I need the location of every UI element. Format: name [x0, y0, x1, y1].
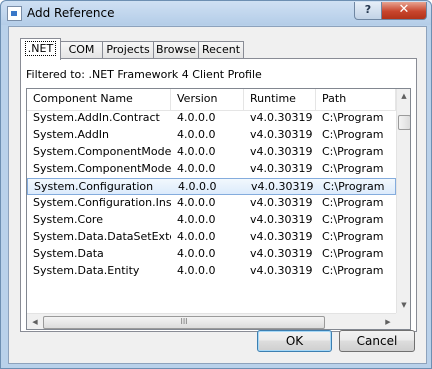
dialog-icon [7, 6, 22, 21]
column-header-version[interactable]: Version [171, 89, 244, 110]
path-cell: C:\Program [322, 111, 384, 124]
list-row[interactable]: System.Data.Entity 4.0.0.0 v4.0.30319 C:\Pr… [27, 263, 396, 280]
version-cell: 4.0.0.0 [177, 128, 216, 141]
runtime-cell: v4.0.30319 [250, 145, 313, 158]
column-header-runtime[interactable]: Runtime [244, 89, 316, 110]
path-cell: C:\Program [323, 180, 385, 193]
tab-recent[interactable]: Recent [198, 41, 244, 59]
scroll-up-arrow-icon[interactable]: ▲ [397, 90, 410, 102]
runtime-cell: v4.0.30319 [250, 213, 313, 226]
version-cell: 4.0.0.0 [177, 162, 216, 175]
list-row[interactable]: System.Configuration.Install 4.0.0.0 v4.0.… [27, 195, 396, 212]
component-name-cell: System.Configuration.Install [33, 196, 171, 209]
path-cell: C:\Program [322, 247, 384, 260]
list-row[interactable]: System.Data 4.0.0.0 v4.0.30319 C:\Program [27, 246, 396, 263]
component-name-cell: System.ComponentModel... [33, 145, 171, 158]
runtime-cell: v4.0.30319 [250, 196, 313, 209]
filter-label: Filtered to: .NET Framework 4 Client Pro… [26, 68, 262, 81]
component-name-cell: System.Data.DataSetExtens... [33, 230, 171, 243]
dialog-body: .NET COM Projects Browse Recent Filtered… [8, 26, 427, 364]
version-cell: 4.0.0.0 [177, 196, 216, 209]
component-list[interactable]: Component Name Version Runtime Path Syst… [26, 88, 411, 330]
vertical-scrollbar[interactable]: ▲ ▼ [396, 89, 410, 313]
tab-dotnet[interactable]: .NET [20, 38, 61, 60]
component-name-cell: System.AddIn.Contract [33, 111, 160, 124]
cancel-button[interactable]: Cancel [339, 330, 415, 352]
scrollbar-corner [396, 313, 410, 329]
dotnet-tab-panel: Filtered to: .NET Framework 4 Client Pro… [20, 58, 417, 332]
runtime-cell: v4.0.30319 [250, 162, 313, 175]
horizontal-scroll-thumb[interactable]: III [43, 316, 325, 329]
component-name-cell: System.Data [33, 247, 104, 260]
runtime-cell: v4.0.30319 [250, 247, 313, 260]
path-cell: C:\Program [322, 145, 384, 158]
list-row[interactable]: System.ComponentModel... 4.0.0.0 v4.0.3031… [27, 144, 396, 161]
vertical-scroll-thumb[interactable] [398, 115, 410, 130]
column-header-component-name[interactable]: Component Name [27, 89, 171, 110]
scroll-left-arrow-icon[interactable]: ◀ [28, 316, 42, 328]
add-reference-dialog: Add Reference ? ✕ .NET COM Projects Brow… [0, 0, 432, 369]
tab-browse[interactable]: Browse [153, 41, 199, 59]
component-name-cell: System.Configuration [34, 180, 154, 193]
path-cell: C:\Program [322, 230, 384, 243]
tab-projects[interactable]: Projects [102, 41, 154, 59]
runtime-cell: v4.0.30319 [250, 111, 313, 124]
list-row[interactable]: System.AddIn 4.0.0.0 v4.0.30319 C:\Program [27, 127, 396, 144]
version-cell: 4.0.0.0 [177, 145, 216, 158]
ok-button[interactable]: OK [257, 330, 332, 352]
path-cell: C:\Program [322, 128, 384, 141]
version-cell: 4.0.0.0 [178, 180, 217, 193]
close-button[interactable]: ✕ [381, 2, 427, 20]
list-row[interactable]: System.ComponentModel... 4.0.0.0 v4.0.3031… [27, 161, 396, 178]
runtime-cell: v4.0.30319 [251, 180, 314, 193]
version-cell: 4.0.0.0 [177, 247, 216, 260]
component-name-cell: System.Data.Entity [33, 264, 140, 277]
list-row[interactable]: System.Core 4.0.0.0 v4.0.30319 C:\Program [27, 212, 396, 229]
list-row[interactable]: System.Configuration 4.0.0.0 v4.0.30319 C:\… [27, 178, 396, 195]
version-cell: 4.0.0.0 [177, 264, 216, 277]
version-cell: 4.0.0.0 [177, 230, 216, 243]
path-cell: C:\Program [322, 264, 384, 277]
component-name-cell: System.Core [33, 213, 103, 226]
scroll-right-arrow-icon[interactable]: ▶ [381, 316, 395, 328]
path-cell: C:\Program [322, 213, 384, 226]
help-button[interactable]: ? [354, 2, 382, 20]
version-cell: 4.0.0.0 [177, 213, 216, 226]
title-bar[interactable]: Add Reference ? ✕ [1, 1, 431, 25]
horizontal-scrollbar[interactable]: ◀ III ▶ [27, 313, 396, 329]
dialog-title: Add Reference [27, 6, 115, 20]
component-name-cell: System.ComponentModel... [33, 162, 171, 175]
runtime-cell: v4.0.30319 [250, 264, 313, 277]
list-header: Component Name Version Runtime Path [27, 89, 396, 111]
tab-com[interactable]: COM [60, 41, 103, 59]
scroll-down-arrow-icon[interactable]: ▼ [397, 299, 410, 311]
version-cell: 4.0.0.0 [177, 111, 216, 124]
path-cell: C:\Program [322, 162, 384, 175]
runtime-cell: v4.0.30319 [250, 230, 313, 243]
component-name-cell: System.AddIn [33, 128, 110, 141]
list-row[interactable]: System.AddIn.Contract 4.0.0.0 v4.0.30319 C:… [27, 110, 396, 127]
runtime-cell: v4.0.30319 [250, 128, 313, 141]
column-header-path[interactable]: Path [316, 89, 396, 110]
list-row[interactable]: System.Data.DataSetExtens... 4.0.0.0 v4.0.… [27, 229, 396, 246]
path-cell: C:\Program [322, 196, 384, 209]
